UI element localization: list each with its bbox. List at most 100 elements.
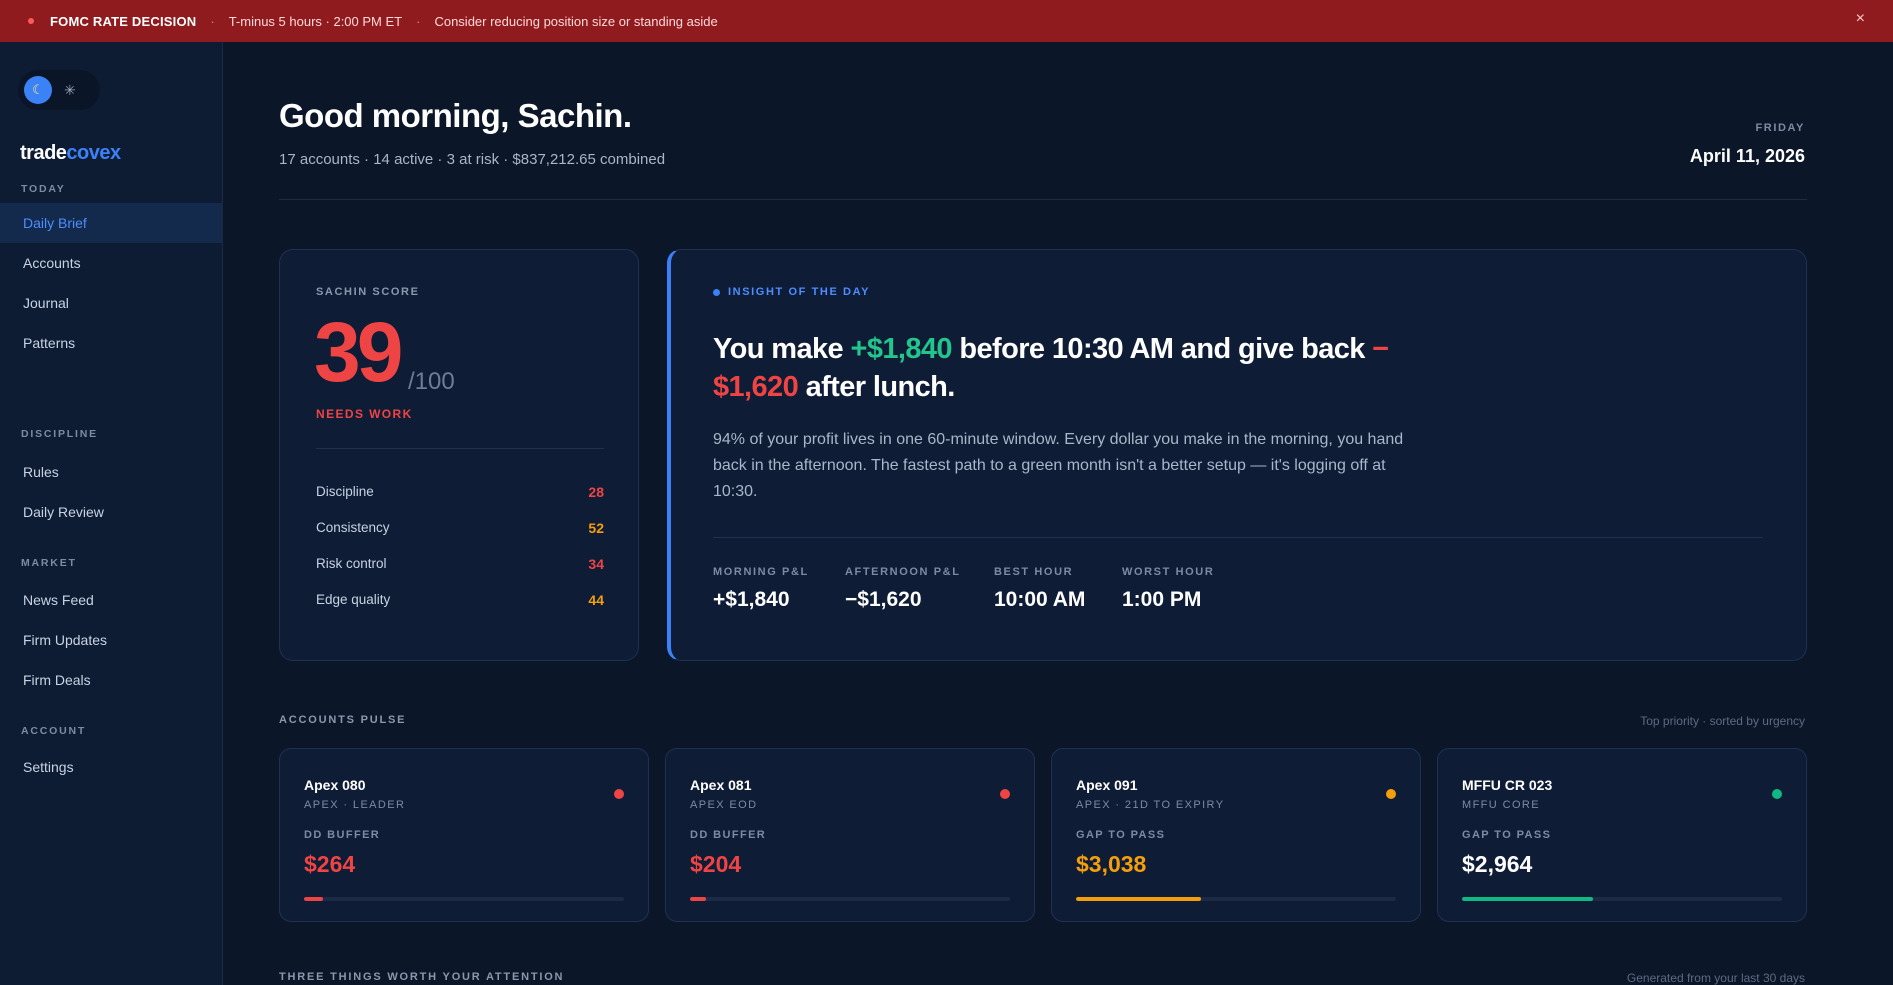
sidebar-item-patterns[interactable]: Patterns (0, 323, 222, 363)
sidebar-item-settings[interactable]: Settings (0, 747, 222, 787)
separator: · (416, 13, 421, 29)
close-icon[interactable]: × (1856, 10, 1865, 28)
sidebar-item-rules[interactable]: Rules (0, 452, 222, 492)
section-note: Generated from your last 30 days (1626, 971, 1805, 985)
divider (316, 448, 604, 449)
sidebar-item-firm-updates[interactable]: Firm Updates (0, 620, 222, 660)
status-dot-icon (614, 789, 624, 799)
score-status: NEEDS WORK (316, 407, 413, 421)
account-metric-value: $2,964 (1462, 851, 1533, 877)
account-card[interactable]: Apex 080 APEX · LEADER DD BUFFER $264 (279, 748, 649, 922)
logo-text-primary: trade (20, 142, 67, 164)
score-label: SACHIN SCORE (316, 286, 420, 298)
progress-fill (304, 897, 324, 901)
score-row-value: 28 (588, 484, 604, 500)
score-row-value: 52 (588, 520, 604, 536)
score-row-risk-control: Risk control 34 (316, 556, 604, 572)
insight-dot-icon (713, 288, 720, 296)
page-title: Good morning, Sachin. (279, 97, 632, 134)
insight-card: INSIGHT OF THE DAY You make +$1,840 befo… (667, 249, 1807, 661)
account-metric-label: GAP TO PASS (1076, 829, 1166, 841)
sidebar-item-daily-review[interactable]: Daily Review (0, 492, 222, 532)
headline-text: before 10:30 AM and give back (951, 333, 1373, 365)
status-dot-icon (1386, 789, 1396, 799)
stat-value: 10:00 AM (994, 588, 1086, 611)
score-value: 39 (314, 305, 403, 399)
account-subtitle: MFFU CORE (1462, 799, 1540, 811)
account-subtitle: APEX · 21D TO EXPIRY (1076, 799, 1225, 811)
sidebar-item-journal[interactable]: Journal (0, 283, 222, 323)
progress-bar (690, 897, 1010, 901)
section-note: Top priority · sorted by urgency (1640, 714, 1805, 728)
accounts-summary: 17 accounts · 14 active · 3 at risk · $8… (279, 151, 666, 168)
score-row-value: 44 (588, 592, 604, 608)
moon-icon[interactable]: ☾ (24, 76, 52, 104)
account-name: Apex 081 (690, 777, 752, 793)
stat-label: AFTERNOON P&L (845, 566, 961, 578)
current-date: April 11, 2026 (1689, 146, 1805, 166)
stat-worst-hour: WORST HOUR 1:00 PM (1122, 566, 1214, 612)
section-title-accounts-pulse: ACCOUNTS PULSE (279, 714, 407, 726)
stat-label: WORST HOUR (1122, 566, 1215, 578)
progress-bar (1462, 897, 1782, 901)
nav-section-account: ACCOUNT (21, 725, 87, 737)
insight-label-text: INSIGHT OF THE DAY (728, 286, 871, 298)
progress-fill (1076, 897, 1201, 901)
account-card[interactable]: MFFU CR 023 MFFU CORE GAP TO PASS $2,964 (1437, 748, 1807, 922)
alert-dot-icon (28, 18, 34, 24)
score-row-label: Consistency (316, 520, 390, 535)
account-card[interactable]: Apex 081 APEX EOD DD BUFFER $204 (665, 748, 1035, 922)
insight-label: INSIGHT OF THE DAY (713, 286, 870, 298)
stat-value: +$1,840 (713, 588, 790, 611)
score-row-value: 34 (588, 556, 604, 572)
account-metric-label: GAP TO PASS (1462, 829, 1552, 841)
status-dot-icon (1000, 789, 1010, 799)
progress-fill (690, 897, 706, 901)
sidebar-item-accounts[interactable]: Accounts (0, 243, 222, 283)
account-name: Apex 091 (1076, 777, 1138, 793)
progress-fill (1462, 897, 1594, 901)
progress-bar (1076, 897, 1396, 901)
account-card[interactable]: Apex 091 APEX · 21D TO EXPIRY GAP TO PAS… (1051, 748, 1421, 922)
account-metric-value: $3,038 (1076, 851, 1147, 877)
status-dot-icon (1772, 789, 1782, 799)
stat-label: MORNING P&L (713, 566, 809, 578)
divider (713, 537, 1763, 538)
nav-section-today: TODAY (21, 183, 66, 195)
divider (279, 199, 1807, 200)
headline-gain: +$1,840 (850, 333, 953, 365)
score-row-label: Risk control (316, 556, 387, 571)
stat-morning-pnl: MORNING P&L +$1,840 (713, 566, 809, 612)
sun-icon[interactable]: ✳ (64, 82, 76, 99)
account-metric-label: DD BUFFER (304, 829, 381, 841)
account-metric-value: $204 (690, 851, 742, 877)
alert-countdown: T-minus 5 hours · 2:00 PM ET (228, 13, 403, 29)
logo[interactable]: tradecovex (20, 142, 121, 165)
nav-section-discipline: DISCIPLINE (21, 428, 98, 440)
account-name: MFFU CR 023 (1462, 777, 1553, 793)
sidebar-item-firm-deals[interactable]: Firm Deals (0, 660, 222, 700)
progress-bar (304, 897, 624, 901)
stat-value: −$1,620 (845, 588, 922, 611)
separator: · (210, 13, 215, 29)
sidebar-item-daily-brief[interactable]: Daily Brief (0, 203, 222, 243)
sidebar: ☾ ✳ tradecovex TODAY Daily Brief Account… (0, 42, 223, 985)
theme-toggle[interactable]: ☾ ✳ (18, 70, 100, 110)
score-row-consistency: Consistency 52 (316, 520, 604, 536)
score-row-discipline: Discipline 28 (316, 484, 604, 500)
account-name: Apex 080 (304, 777, 366, 793)
account-metric-label: DD BUFFER (690, 829, 767, 841)
score-row-edge-quality: Edge quality 44 (316, 592, 604, 608)
stat-afternoon-pnl: AFTERNOON P&L −$1,620 (845, 566, 961, 612)
alert-advice: Consider reducing position size or stand… (434, 13, 718, 29)
score-card: SACHIN SCORE 39 /100 NEEDS WORK Discipli… (279, 249, 639, 661)
sidebar-item-news-feed[interactable]: News Feed (0, 580, 222, 620)
nav-section-market: MARKET (21, 557, 77, 569)
stat-label: BEST HOUR (994, 566, 1074, 578)
stat-best-hour: BEST HOUR 10:00 AM (994, 566, 1085, 612)
score-max: /100 (408, 368, 455, 395)
headline-text: after lunch. (798, 371, 956, 403)
headline-text: You make (713, 333, 851, 365)
account-metric-value: $264 (304, 851, 356, 877)
section-title-attention: THREE THINGS WORTH YOUR ATTENTION (279, 971, 565, 983)
